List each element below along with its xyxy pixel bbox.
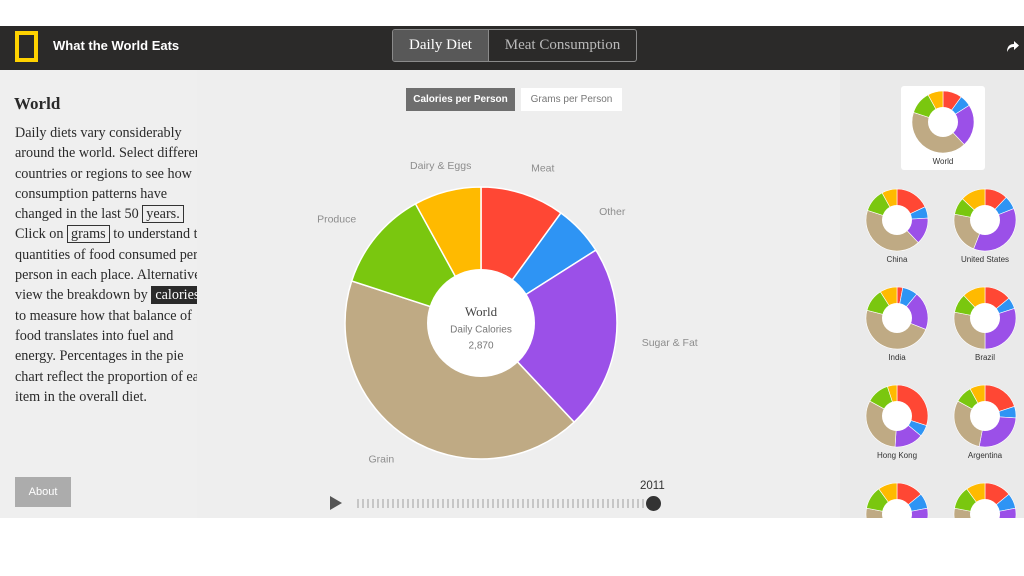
- region-donut-thumbnail: [953, 384, 1017, 448]
- thumb-center: [970, 303, 1000, 333]
- region-label: Argentina: [967, 451, 1003, 460]
- region-world[interactable]: World: [901, 86, 985, 170]
- donut-center: [427, 269, 535, 377]
- region-donut-thumbnail: [865, 384, 929, 448]
- chart-center-value: 2,870: [468, 341, 493, 352]
- chart-center-subtitle: Daily Calories: [450, 325, 512, 336]
- top-bar: What the World Eats Daily Diet Meat Cons…: [0, 26, 1024, 70]
- timeline-handle[interactable]: [646, 496, 661, 511]
- share-arrow-icon[interactable]: [1004, 38, 1020, 54]
- region-china[interactable]: China: [855, 188, 939, 264]
- region-donut-thumbnail: [865, 188, 929, 252]
- chart-center-title: World: [465, 304, 498, 319]
- chart-panel: Meat Other Sugar & Fat Grain Produce Dairy & …: [197, 70, 840, 518]
- region-item-8[interactable]: [943, 482, 1024, 518]
- region-donut-thumbnail: [953, 286, 1017, 350]
- region-item-7[interactable]: [855, 482, 939, 518]
- app-window: What the World Eats Daily Diet Meat Cons…: [0, 26, 1024, 518]
- region-hong-kong[interactable]: Hong Kong: [855, 384, 939, 460]
- thumb-center: [970, 205, 1000, 235]
- region-title: World: [14, 94, 61, 113]
- label-sugar-and-fat: Sugar & Fat: [642, 337, 698, 349]
- description-panel: World Daily diets vary considerably arou…: [0, 70, 214, 518]
- diet-donut-chart: Meat Other Sugar & Fat Grain Produce Dairy & …: [317, 160, 698, 466]
- region-label: China: [886, 255, 908, 264]
- thumb-center: [882, 303, 912, 333]
- region-india[interactable]: India: [855, 286, 939, 362]
- calories-per-person-button[interactable]: Calories per Person: [406, 88, 515, 111]
- region-donut-thumbnail: [865, 482, 929, 518]
- label-grain: Grain: [369, 454, 395, 466]
- region-donut-thumbnail: [865, 286, 929, 350]
- yellow-border-logo[interactable]: [15, 31, 38, 62]
- region-label: Hong Kong: [876, 451, 918, 460]
- label-produce: Produce: [317, 213, 356, 225]
- thumb-center: [882, 401, 912, 431]
- region-label: India: [888, 353, 906, 362]
- year-label: 2011: [640, 480, 665, 492]
- description-text: Daily diets vary considerably around the…: [15, 123, 215, 407]
- region-brazil[interactable]: Brazil: [943, 286, 1024, 362]
- region-donut-thumbnail: [911, 90, 975, 154]
- label-dairy-and-eggs: Dairy & Eggs: [410, 160, 471, 172]
- view-tabs: Daily Diet Meat Consumption: [392, 29, 637, 62]
- region-label: World: [932, 157, 954, 166]
- tab-meat-consumption[interactable]: Meat Consumption: [488, 30, 636, 61]
- description-part-4: to measure how that balance of food tran…: [15, 307, 213, 405]
- thumb-center: [928, 107, 958, 137]
- years-link[interactable]: years.: [142, 205, 184, 224]
- grams-per-person-button[interactable]: Grams per Person: [521, 88, 622, 111]
- region-united-states[interactable]: United States: [943, 188, 1024, 264]
- timeline-slider[interactable]: [357, 499, 653, 508]
- app-title: What the World Eats: [53, 38, 180, 53]
- label-other: Other: [599, 206, 626, 218]
- label-meat: Meat: [531, 163, 554, 175]
- grams-link[interactable]: grams: [67, 225, 110, 244]
- about-button[interactable]: About: [15, 477, 71, 507]
- description-part-2: Click on: [15, 226, 64, 243]
- region-label: Brazil: [974, 353, 995, 362]
- region-argentina[interactable]: Argentina: [943, 384, 1024, 460]
- tab-daily-diet[interactable]: Daily Diet: [393, 30, 488, 61]
- region-donut-thumbnail: [953, 188, 1017, 252]
- thumb-center: [970, 401, 1000, 431]
- region-donut-thumbnail: [953, 482, 1017, 518]
- region-selector: World China United States India Brazil Hong K…: [840, 70, 1024, 518]
- calories-link[interactable]: calories: [151, 286, 204, 305]
- metric-toggle: Calories per Person Grams per Person: [406, 88, 622, 111]
- thumb-center: [882, 205, 912, 235]
- region-label: United States: [960, 255, 1010, 264]
- play-icon[interactable]: [330, 496, 342, 510]
